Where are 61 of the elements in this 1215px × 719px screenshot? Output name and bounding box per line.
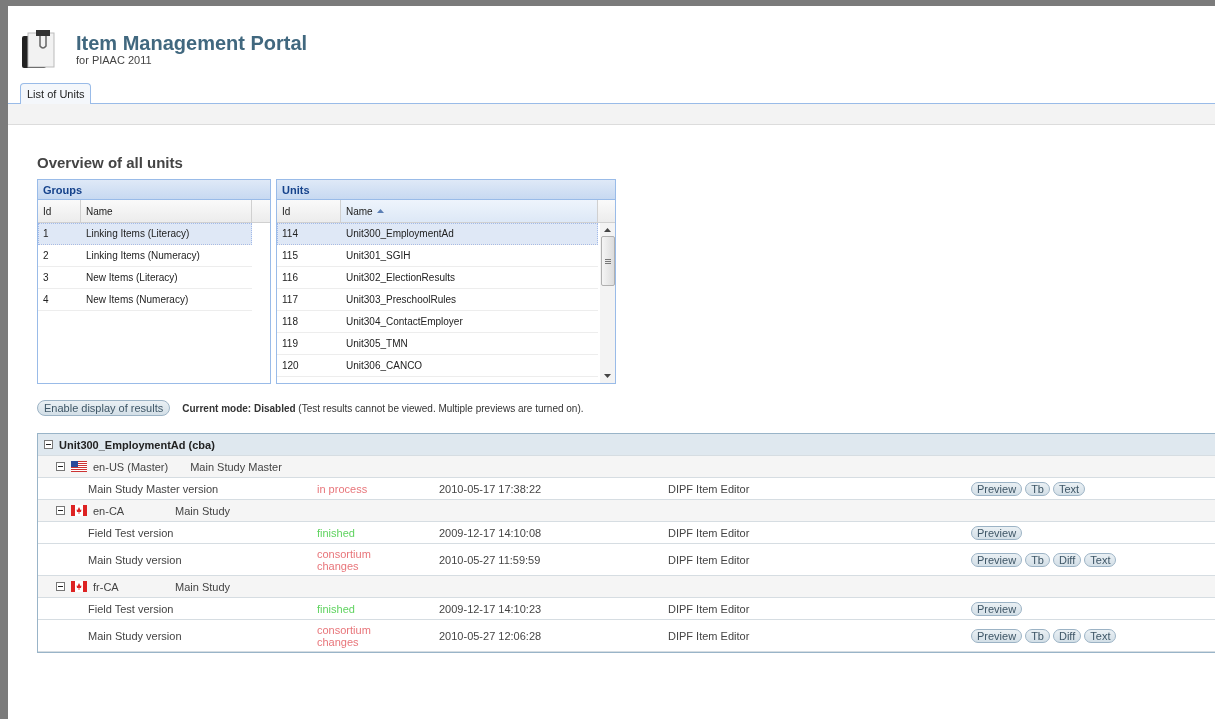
status-text: finished bbox=[317, 602, 356, 615]
version-name: Main Study version bbox=[87, 629, 183, 642]
action-button[interactable]: Preview bbox=[971, 552, 1023, 567]
column-header[interactable]: Name bbox=[341, 200, 598, 222]
action-button[interactable]: Tb bbox=[1025, 552, 1050, 567]
study-label: Main Study Master bbox=[190, 460, 282, 473]
action-button[interactable]: Tb bbox=[1025, 481, 1050, 496]
version-name: Field Test version bbox=[87, 602, 175, 615]
locale-label: fr-CA bbox=[93, 580, 120, 593]
editor-text: DIPF Item Editor bbox=[668, 602, 751, 615]
action-button[interactable]: Preview bbox=[971, 628, 1023, 643]
status-text: consortium changes bbox=[317, 623, 372, 648]
mode-status-text: Current mode: Disabled (Test results cannot be viewed. Multiple previews are turned on). bbox=[182, 402, 584, 414]
app-title: Item Management Portal bbox=[76, 32, 308, 54]
date-text: 2010-05-27 12:06:28 bbox=[439, 629, 543, 642]
status-text: finished bbox=[317, 526, 356, 539]
app-subtitle: for PIAAC 2011 bbox=[76, 54, 153, 66]
scroll-down-arrow-icon[interactable] bbox=[604, 374, 611, 378]
scrollbar[interactable] bbox=[600, 223, 615, 383]
scroll-up-arrow-icon[interactable] bbox=[604, 228, 611, 232]
date-text: 2010-05-27 11:59:59 bbox=[439, 553, 542, 566]
column-header[interactable]: Id bbox=[38, 200, 81, 222]
unit-title: Unit300_EmploymentAd (cba) bbox=[59, 438, 215, 451]
tab[interactable]: List of Units bbox=[20, 83, 92, 104]
action-button[interactable]: Tb bbox=[1025, 628, 1050, 643]
collapse-icon[interactable] bbox=[44, 440, 53, 449]
table-row[interactable]: 1 Linking Items (Literacy) bbox=[38, 223, 252, 245]
section-heading: Overview of all units bbox=[37, 154, 184, 171]
action-button[interactable]: Text bbox=[1084, 628, 1117, 643]
action-button[interactable]: Preview bbox=[971, 525, 1023, 540]
action-button[interactable]: Diff bbox=[1052, 628, 1082, 643]
study-label: Main Study bbox=[175, 580, 231, 593]
study-label: Main Study bbox=[175, 504, 231, 517]
grip-icon bbox=[604, 258, 611, 264]
action-button[interactable]: Diff bbox=[1052, 552, 1082, 567]
locale-label: en-CA bbox=[93, 504, 126, 517]
editor-text: DIPF Item Editor bbox=[668, 629, 751, 642]
collapse-icon[interactable] bbox=[56, 582, 65, 591]
status-text: in process bbox=[317, 482, 369, 495]
locale-label: en-US (Master) bbox=[93, 460, 169, 473]
enable-results-button[interactable]: Enable display of results bbox=[37, 400, 171, 416]
action-button[interactable]: Preview bbox=[971, 601, 1023, 616]
date-text: 2009-12-17 14:10:23 bbox=[439, 602, 543, 615]
editor-text: DIPF Item Editor bbox=[668, 553, 751, 566]
collapse-icon[interactable] bbox=[56, 462, 65, 471]
panel-title: Units bbox=[277, 180, 615, 200]
version-name: Main Study Master version bbox=[87, 482, 220, 495]
column-header[interactable]: Name bbox=[81, 200, 252, 222]
date-text: 2010-05-17 17:38:22 bbox=[439, 482, 543, 495]
editor-text: DIPF Item Editor bbox=[668, 482, 751, 495]
action-button[interactable]: Preview bbox=[971, 481, 1023, 496]
version-name: Main Study version bbox=[87, 553, 183, 566]
editor-text: DIPF Item Editor bbox=[668, 526, 751, 539]
date-text: 2009-12-17 14:10:08 bbox=[439, 526, 543, 539]
table-row[interactable]: 114 Unit300_EmploymentAd bbox=[277, 223, 598, 245]
panel-title: Groups bbox=[38, 180, 270, 200]
version-name: Field Test version bbox=[87, 526, 175, 539]
collapse-icon[interactable] bbox=[56, 506, 65, 515]
action-button[interactable]: Text bbox=[1052, 481, 1086, 496]
status-text: consortium changes bbox=[317, 547, 372, 572]
action-button[interactable]: Text bbox=[1084, 552, 1117, 567]
